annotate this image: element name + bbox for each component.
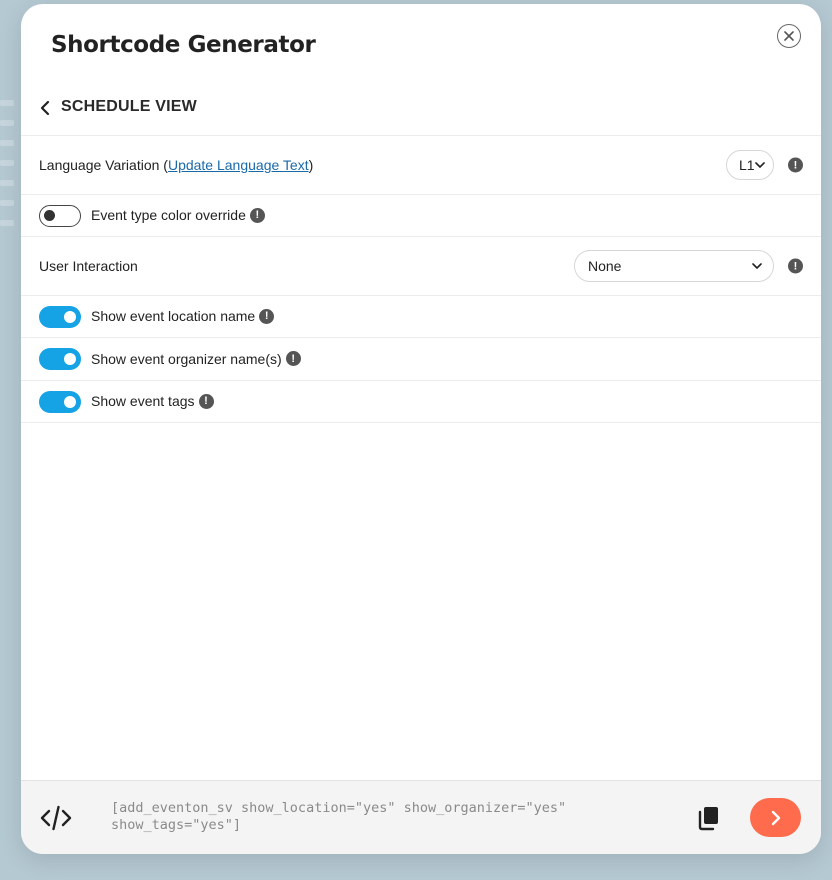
language-variation-row: Language Variation (Update Language Text… (21, 135, 821, 194)
show-location-text: Show event location name (91, 308, 256, 325)
event-type-color-override-label: Event type color override! (91, 207, 265, 224)
modal-title: Shortcode Generator (51, 32, 316, 58)
show-tags-label: Show event tags! (91, 393, 214, 410)
copy-icon[interactable] (697, 805, 721, 831)
close-icon (784, 31, 794, 41)
show-location-label: Show event location name! (91, 308, 275, 325)
show-tags-row: Show event tags! (21, 380, 821, 423)
toggle-knob (44, 209, 55, 221)
generate-button[interactable] (750, 798, 801, 837)
event-type-color-override-text: Event type color override (91, 207, 246, 224)
language-variation-label: Language Variation (Update Language Text… (39, 157, 313, 173)
chevron-down-icon (752, 263, 762, 269)
backdrop-content (0, 90, 20, 390)
show-tags-text: Show event tags (91, 393, 195, 410)
language-select-value: L1 (739, 157, 755, 173)
chevron-down-icon (755, 162, 765, 168)
info-icon[interactable]: ! (249, 207, 265, 223)
show-organizer-text: Show event organizer name(s) (91, 350, 282, 367)
show-location-toggle[interactable] (39, 305, 81, 328)
chevron-left-icon (40, 100, 50, 116)
language-select[interactable]: L1 (726, 150, 774, 180)
show-location-row: Show event location name! (21, 295, 821, 337)
user-interaction-row: User Interaction None ! (21, 236, 821, 295)
info-icon[interactable]: ! (259, 308, 275, 324)
close-button[interactable] (777, 24, 801, 48)
toggle-knob (64, 395, 76, 408)
event-type-color-override-toggle[interactable] (39, 204, 81, 227)
language-label-suffix: ) (308, 157, 314, 173)
update-language-text-link[interactable]: Update Language Text (168, 157, 309, 173)
user-interaction-label: User Interaction (39, 258, 138, 274)
toggle-knob (64, 353, 76, 365)
user-interaction-select[interactable]: None (574, 250, 774, 282)
language-label-prefix: Language Variation ( (39, 157, 168, 173)
chevron-right-icon (771, 810, 780, 825)
show-organizer-toggle[interactable] (39, 348, 81, 370)
info-icon[interactable]: ! (285, 351, 301, 367)
show-organizer-label: Show event organizer name(s)! (91, 351, 301, 368)
settings-list: Language Variation (Update Language Text… (21, 135, 821, 423)
info-icon[interactable]: ! (788, 258, 803, 274)
code-icon[interactable] (40, 805, 72, 831)
user-interaction-select-value: None (588, 258, 622, 274)
show-organizer-row: Show event organizer name(s)! (21, 337, 821, 380)
show-tags-toggle[interactable] (39, 390, 81, 413)
event-type-color-override-row: Event type color override! (21, 194, 821, 236)
info-icon[interactable]: ! (198, 393, 214, 409)
section-header: SCHEDULE VIEW (21, 84, 821, 134)
shortcode-footer: [add_eventon_sv show_location="yes" show… (21, 780, 821, 854)
shortcode-generator-modal: Shortcode Generator SCHEDULE VIEW Langua… (21, 4, 821, 854)
toggle-knob (64, 310, 76, 323)
shortcode-output[interactable]: [add_eventon_sv show_location="yes" show… (111, 800, 631, 834)
info-icon[interactable]: ! (788, 157, 803, 173)
back-button[interactable] (34, 97, 56, 119)
section-title: SCHEDULE VIEW (61, 98, 197, 115)
